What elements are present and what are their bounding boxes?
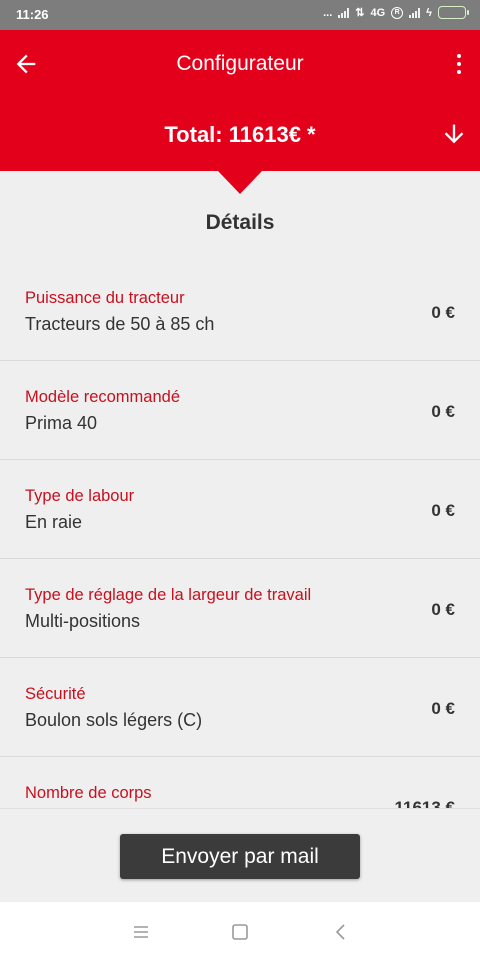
item-label: Sécurité [25, 685, 86, 703]
menu-icon[interactable] [131, 922, 151, 942]
list-item: Nombre de corps 11613 € [0, 757, 480, 808]
list-item: Type de réglage de la largeur de travail… [0, 559, 480, 658]
section-title: Détails [205, 211, 275, 234]
item-value: Multi-positions [25, 611, 141, 631]
item-price: 0 € [431, 402, 455, 421]
charging-icon: ϟ [426, 6, 432, 19]
item-label: Type de réglage de la largeur de travail [25, 586, 312, 604]
status-icons: ... ⇅ 4G R ϟ [323, 6, 469, 19]
item-value: Boulon sols légers (C) [25, 710, 203, 730]
signal-2-icon [409, 7, 421, 18]
item-price: 0 € [431, 303, 455, 322]
item-value: En raie [25, 512, 83, 532]
network-type: 4G [370, 6, 386, 19]
header-pointer [218, 171, 262, 194]
notification-dots-icon: ... [323, 6, 333, 19]
list-item: Puissance du tracteur Tracteurs de 50 à … [0, 262, 480, 361]
item-label: Puissance du tracteur [25, 289, 185, 307]
item-price: 11613 € [394, 798, 455, 808]
list-item: Modèle recommandé Prima 40 0 € [0, 361, 480, 460]
total-price: Total: 11613€ * [164, 122, 316, 147]
signal-1-icon [338, 7, 350, 18]
arrow-down-icon[interactable] [440, 120, 468, 148]
home-square-icon[interactable] [230, 922, 250, 942]
system-nav-bar [0, 902, 480, 960]
item-price: 0 € [431, 600, 455, 619]
more-vert-icon[interactable] [452, 50, 466, 78]
status-time: 11:26 [16, 7, 49, 22]
item-label: Modèle recommandé [25, 388, 180, 406]
data-arrows-icon: ⇅ [355, 7, 365, 19]
r-circle-icon: R [391, 6, 404, 19]
item-value: Tracteurs de 50 à 85 ch [25, 314, 215, 334]
item-label: Nombre de corps [25, 784, 152, 802]
item-label: Type de labour [25, 487, 135, 505]
back-chevron-icon[interactable] [331, 922, 351, 942]
status-bar: 11:26 ... ⇅ 4G R ϟ [0, 0, 480, 30]
list-item: Sécurité Boulon sols légers (C) 0 € [0, 658, 480, 757]
page-title: Configurateur [176, 52, 304, 75]
item-price: 0 € [431, 699, 455, 718]
list-item: Type de labour En raie 0 € [0, 460, 480, 559]
item-price: 0 € [431, 501, 455, 520]
details-list[interactable]: Puissance du tracteur Tracteurs de 50 à … [0, 262, 480, 808]
battery-icon [438, 6, 469, 19]
send-mail-button[interactable]: Envoyer par mail [120, 834, 360, 879]
item-value: Prima 40 [25, 413, 98, 433]
bottom-bar: Envoyer par mail [0, 808, 480, 902]
app-bar: Configurateur Total: 11613€ * [0, 30, 480, 171]
